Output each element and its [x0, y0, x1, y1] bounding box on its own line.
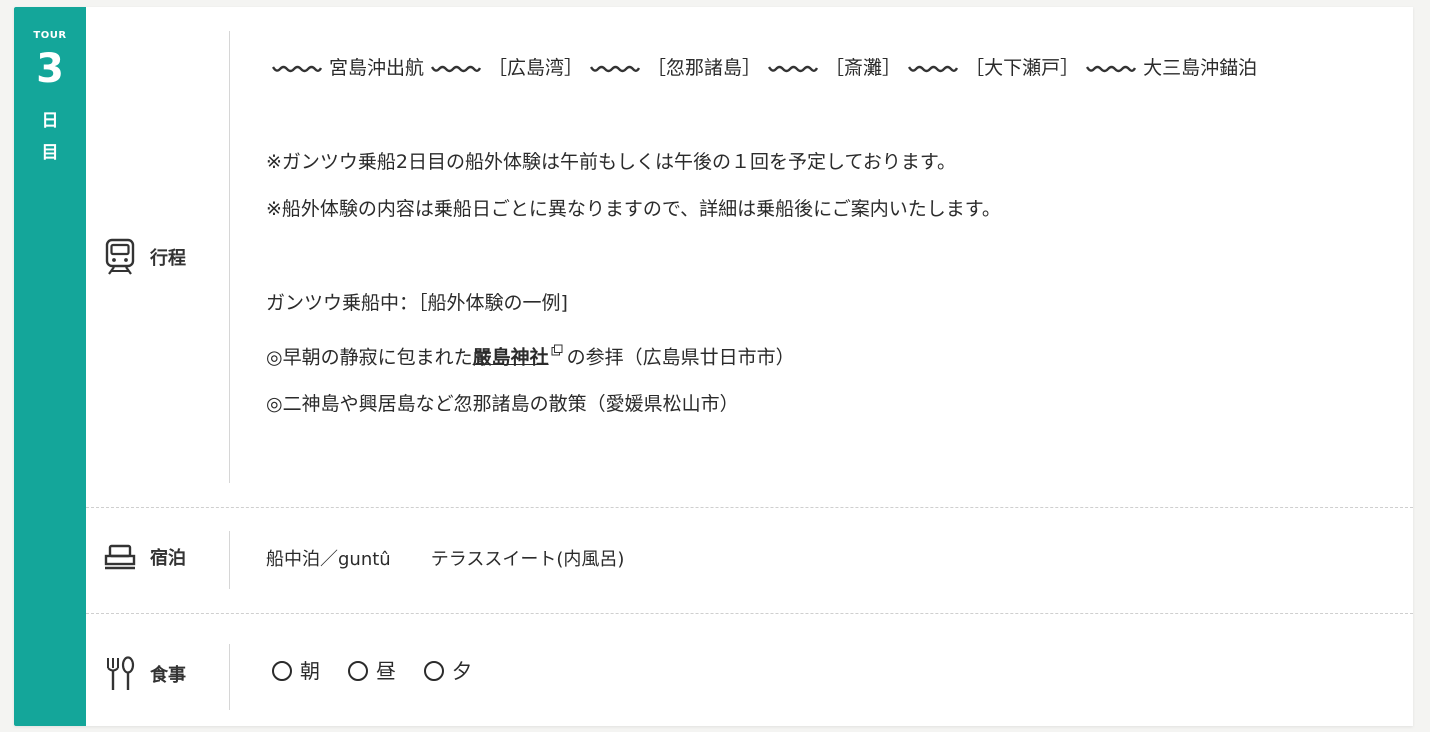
meal-breakfast: 朝 [272, 656, 320, 686]
wave-icon [1086, 45, 1137, 92]
itsukushima-shrine-link[interactable]: 嚴島神社 [473, 346, 549, 368]
itinerary-label: 行程 [104, 238, 186, 276]
meals-content: 朝 昼 夕 [272, 656, 1373, 686]
tour-label: TOUR [33, 30, 67, 41]
itinerary-row: 行程 宮島沖出航 ［広島湾］ ［忽那諸島］ ［斎灘］ ［大下瀬戸］ 大三島沖錨泊… [86, 7, 1413, 507]
meal-lunch-text: 昼 [376, 659, 396, 683]
meal-dinner-text: 夕 [452, 659, 472, 683]
page: TOUR 3 日 目 行程 宮島沖出航 ［広島湾］ ［忽那諸島］ ［斎灘］ ［大… [0, 0, 1430, 732]
meals-label: 食事 [104, 656, 186, 692]
example-1: ◎早朝の静寂に包まれた嚴島神社 の参拝（広島県廿日市市） [266, 327, 1373, 381]
meal-included-circle-icon [424, 661, 444, 681]
route-end: 大三島沖錨泊 [1143, 57, 1258, 79]
meals-row: 食事 朝 昼 夕 [86, 613, 1413, 727]
meal-lunch: 昼 [348, 656, 396, 686]
itinerary-day-card: TOUR 3 日 目 行程 宮島沖出航 ［広島湾］ ［忽那諸島］ ［斎灘］ ［大… [14, 7, 1413, 726]
lodging-divider [229, 531, 230, 589]
examples-heading: ガンツウ乗船中：［船外体験の一例] [266, 292, 568, 314]
wave-icon [430, 45, 482, 92]
meal-included-circle-icon [348, 661, 368, 681]
example-1-prefix: ◎早朝の静寂に包まれた [266, 346, 473, 369]
external-link-icon[interactable] [551, 327, 563, 374]
train-icon [104, 238, 136, 276]
lodging-content: 船中泊／guntû テラススイート(内風呂) [266, 544, 1373, 576]
fork-spoon-icon [104, 656, 136, 692]
day-number: 3 [36, 46, 64, 92]
lodging-row: 宿泊 船中泊／guntû テラススイート(内風呂) [86, 507, 1413, 614]
wave-icon [768, 45, 819, 92]
note-2: ※船外体験の内容は乗船日ごとに異なりますので、詳細は乗船後にご案内いたします。 [266, 198, 1001, 220]
day-tab: TOUR 3 日 目 [14, 7, 86, 726]
itinerary-content: 宮島沖出航 ［広島湾］ ［忽那諸島］ ［斎灘］ ［大下瀬戸］ 大三島沖錨泊 ※ガ… [266, 45, 1373, 428]
meal-dinner: 夕 [424, 656, 472, 686]
lodging-place: 船中泊／guntû [266, 549, 391, 570]
example-1-suffix: の参拝（広島県廿日市市） [566, 346, 795, 369]
lodging-label-text: 宿泊 [150, 548, 186, 569]
meal-breakfast-text: 朝 [300, 659, 320, 683]
route-stop: ［忽那諸島］ [647, 57, 762, 79]
lodging-room: テラススイート(内風呂) [430, 549, 625, 570]
route-start: 宮島沖出航 [329, 57, 425, 79]
itinerary-divider [229, 31, 230, 483]
route-stop: ［大下瀬戸］ [965, 57, 1080, 79]
note-1: ※ガンツウ乗船2日目の船外体験は午前もしくは午後の１回を予定しております。 [266, 151, 956, 173]
example-2: ◎二神島や興居島など忽那諸島の散策（愛媛県松山市） [266, 393, 739, 416]
day-kanji-2: 目 [41, 143, 59, 163]
meals-label-text: 食事 [150, 665, 186, 686]
route-stop: ［斎灘］ [825, 57, 902, 79]
day-kanji-1: 日 [41, 111, 59, 131]
meal-included-circle-icon [272, 661, 292, 681]
wave-icon [271, 45, 323, 92]
route-line: 宮島沖出航 ［広島湾］ ［忽那諸島］ ［斎灘］ ［大下瀬戸］ 大三島沖錨泊 [266, 45, 1373, 92]
itinerary-label-text: 行程 [150, 248, 186, 269]
wave-icon [589, 45, 641, 92]
bed-icon [104, 544, 136, 570]
meals-divider [229, 644, 230, 710]
route-stop: ［広島湾］ [488, 57, 584, 79]
lodging-label: 宿泊 [104, 544, 186, 570]
wave-icon [908, 45, 959, 92]
